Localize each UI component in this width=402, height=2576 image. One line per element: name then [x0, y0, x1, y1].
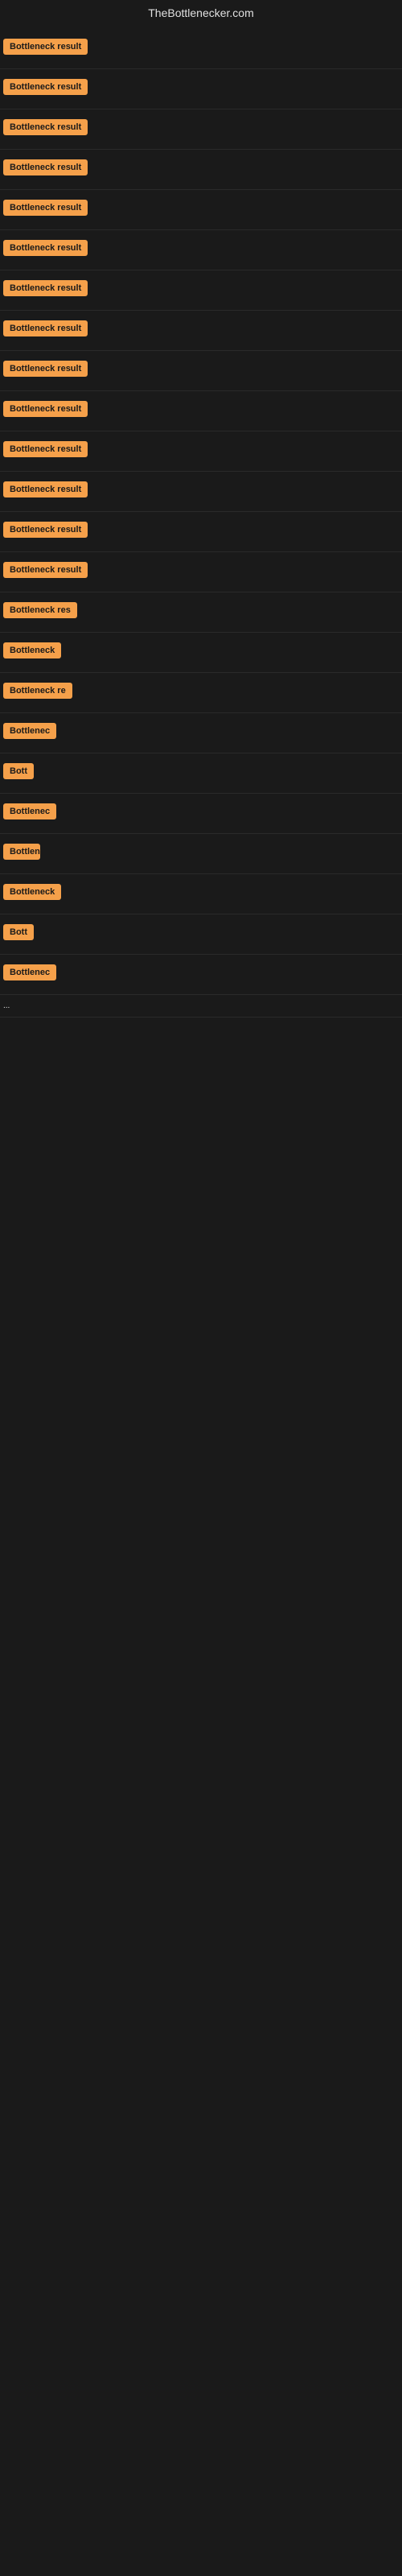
- list-item[interactable]: Bottlenec: [0, 955, 402, 995]
- list-item[interactable]: Bottlen: [0, 834, 402, 874]
- site-title: TheBottlenecker.com: [0, 0, 402, 29]
- page-wrapper: TheBottlenecker.com Bottleneck resultBot…: [0, 0, 402, 2576]
- bottleneck-badge[interactable]: Bottleneck result: [3, 361, 88, 377]
- list-item[interactable]: Bottleneck result: [0, 552, 402, 592]
- list-item[interactable]: Bottlenec: [0, 794, 402, 834]
- list-item[interactable]: Bottleneck result: [0, 311, 402, 351]
- list-item[interactable]: Bottleneck result: [0, 109, 402, 150]
- bottleneck-badge[interactable]: Bott: [3, 924, 34, 940]
- small-indicator: ...: [0, 995, 402, 1018]
- list-item[interactable]: Bottleneck result: [0, 351, 402, 391]
- bottleneck-badge[interactable]: Bottleneck result: [3, 119, 88, 135]
- bottleneck-badge[interactable]: Bottleneck res: [3, 602, 77, 618]
- list-item[interactable]: Bottleneck: [0, 633, 402, 673]
- list-item[interactable]: Bottleneck result: [0, 270, 402, 311]
- bottleneck-badge[interactable]: Bottleneck result: [3, 481, 88, 497]
- bottleneck-badge[interactable]: Bottlen: [3, 844, 40, 860]
- list-item[interactable]: Bottleneck: [0, 874, 402, 914]
- bottleneck-badge[interactable]: Bottleneck result: [3, 39, 88, 55]
- bottleneck-badge[interactable]: Bottleneck: [3, 884, 61, 900]
- bottleneck-badge[interactable]: Bottleneck result: [3, 320, 88, 336]
- list-item[interactable]: Bottleneck res: [0, 592, 402, 633]
- bottleneck-badge[interactable]: Bottlenec: [3, 964, 56, 980]
- list-item[interactable]: Bottleneck result: [0, 29, 402, 69]
- bottleneck-badge[interactable]: Bottleneck result: [3, 441, 88, 457]
- list-item[interactable]: Bottlenec: [0, 713, 402, 753]
- list-item[interactable]: Bottleneck re: [0, 673, 402, 713]
- list-item[interactable]: Bottleneck result: [0, 512, 402, 552]
- list-item[interactable]: Bottleneck result: [0, 69, 402, 109]
- bottom-spacer: [0, 1018, 402, 1903]
- bottleneck-badge[interactable]: Bottleneck result: [3, 159, 88, 175]
- bottleneck-badge[interactable]: Bott: [3, 763, 34, 779]
- list-item[interactable]: Bottleneck result: [0, 472, 402, 512]
- bottleneck-badge[interactable]: Bottleneck re: [3, 683, 72, 699]
- bottleneck-badge[interactable]: Bottlenec: [3, 803, 56, 819]
- bottleneck-badge[interactable]: Bottleneck result: [3, 401, 88, 417]
- bottleneck-badge[interactable]: Bottlenec: [3, 723, 56, 739]
- bottleneck-badge[interactable]: Bottleneck result: [3, 562, 88, 578]
- list-item[interactable]: Bott: [0, 914, 402, 955]
- bottleneck-badge[interactable]: Bottleneck result: [3, 280, 88, 296]
- list-item[interactable]: Bottleneck result: [0, 150, 402, 190]
- bottleneck-badge[interactable]: Bottleneck: [3, 642, 61, 658]
- list-item[interactable]: Bottleneck result: [0, 391, 402, 431]
- list-item[interactable]: Bottleneck result: [0, 230, 402, 270]
- bottleneck-badge[interactable]: Bottleneck result: [3, 240, 88, 256]
- list-item[interactable]: Bott: [0, 753, 402, 794]
- bottleneck-badge[interactable]: Bottleneck result: [3, 522, 88, 538]
- list-item[interactable]: Bottleneck result: [0, 431, 402, 472]
- bottleneck-badge[interactable]: Bottleneck result: [3, 200, 88, 216]
- list-item[interactable]: Bottleneck result: [0, 190, 402, 230]
- bottleneck-list: Bottleneck result Bottleneck result Bottle…: [0, 29, 402, 1018]
- bottleneck-badge[interactable]: Bottleneck result: [3, 79, 88, 95]
